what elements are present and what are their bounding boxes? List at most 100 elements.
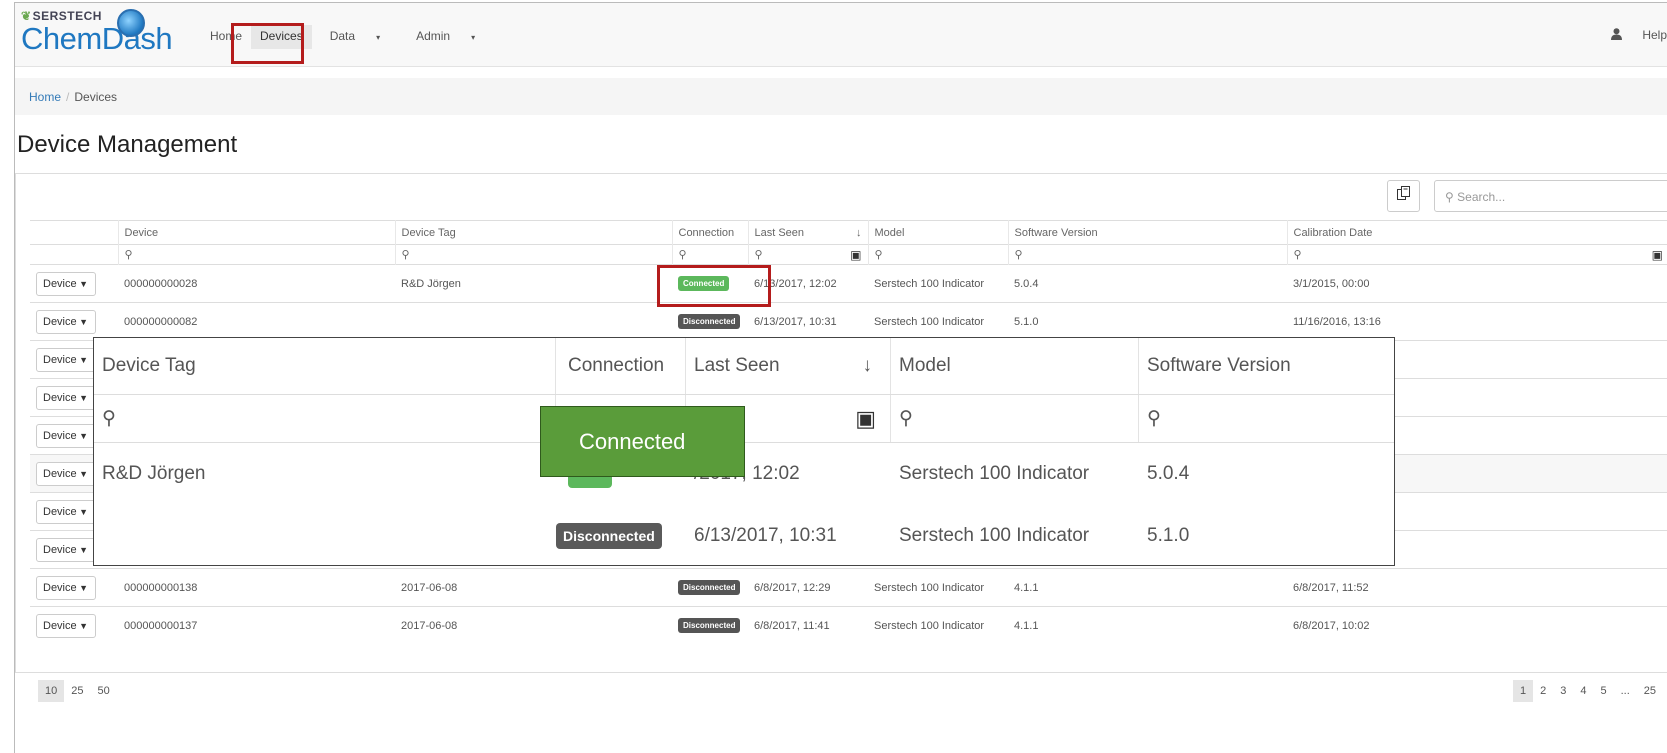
page-link[interactable]: 4 — [1573, 680, 1593, 702]
header-last-seen[interactable]: Last Seen ↓ — [748, 220, 869, 245]
connection-status-badge: Disconnected — [678, 580, 741, 595]
zoom-cell-software: 5.0.4 — [1147, 463, 1190, 484]
calendar-icon[interactable]: ▣ — [850, 248, 861, 262]
device-dropdown-button[interactable]: Device ▼ — [36, 613, 96, 638]
connection-status-badge: Disconnected — [678, 618, 741, 634]
zoom-header-model: Model — [891, 338, 1139, 394]
device-dropdown-button[interactable]: Device ▼ — [36, 385, 96, 410]
nav-data[interactable]: Data ▾ — [312, 25, 398, 49]
page-link[interactable]: 25 — [1637, 680, 1663, 702]
page-link[interactable]: 3 — [1553, 680, 1573, 702]
device-dropdown-button[interactable]: Device ▼ — [36, 271, 96, 296]
breadcrumb-home[interactable]: Home — [29, 90, 61, 104]
columns-toggle-button[interactable] — [1387, 180, 1420, 212]
cell-calibration-date: 3/1/2015, 00:00 — [1287, 264, 1667, 303]
search-icon: ⚲ — [874, 249, 883, 261]
calendar-icon[interactable]: ▣ — [1652, 248, 1663, 262]
pagination: 1 2 3 4 5 ... 25 — [1512, 680, 1663, 702]
table-row: Device ▼ 000000000137 2017-06-08 Disconnect… — [30, 606, 1667, 645]
page-size-option[interactable]: 50 — [91, 680, 117, 702]
device-dropdown-button[interactable]: Device ▼ — [36, 309, 96, 334]
row-actions: Device ▼ — [30, 606, 118, 645]
brand-logo[interactable]: ❦SERSTECH ChemDash — [21, 9, 173, 54]
user-icon[interactable] — [1611, 28, 1623, 43]
zoom-header-last-seen: Last Seen ↓ — [686, 338, 891, 394]
cell-software-version: 5.0.4 — [1008, 264, 1287, 303]
device-dropdown-button[interactable]: Device ▼ — [36, 575, 96, 600]
device-dropdown-button[interactable]: Device ▼ — [36, 423, 96, 448]
zoom-filter-model: ⚲ — [891, 395, 1139, 442]
calendar-icon: ▣ — [855, 405, 876, 431]
zoom-cell-last-seen: 6/13/2017, 10:31 — [694, 525, 837, 546]
header-device-tag[interactable]: Device Tag — [395, 220, 673, 245]
filter-device[interactable]: ⚲ — [118, 244, 396, 265]
filter-software-version[interactable]: ⚲ — [1008, 244, 1288, 265]
page-size-option[interactable]: 25 — [64, 680, 90, 702]
page-link[interactable]: 5 — [1593, 680, 1613, 702]
search-placeholder: Search... — [1457, 190, 1506, 204]
page-size-selector: 10 25 50 — [38, 680, 117, 702]
page-link[interactable]: 2 — [1533, 680, 1553, 702]
filter-device-tag[interactable]: ⚲ — [395, 244, 673, 265]
nav-data-label: Data — [329, 29, 356, 43]
cell-model: Serstech 100 Indicator — [868, 568, 1008, 607]
device-dropdown-button[interactable]: Device ▼ — [36, 347, 96, 372]
zoom-header-connection: Connection — [556, 338, 686, 394]
header-connection[interactable]: Connection — [672, 220, 749, 245]
caret-down-icon: ▾ — [376, 33, 381, 42]
caret-down-icon: ▼ — [76, 430, 89, 441]
device-dropdown-button[interactable]: Device ▼ — [36, 461, 96, 486]
header-calibration-date[interactable]: Calibration Date — [1287, 220, 1667, 245]
breadcrumb: Home / Devices — [15, 78, 1667, 115]
header-device[interactable]: Device — [118, 220, 396, 245]
page-size-option[interactable]: 10 — [38, 680, 65, 702]
device-dropdown-button[interactable]: Device ▼ — [36, 537, 96, 562]
nav-admin[interactable]: Admin ▾ — [398, 25, 493, 49]
last-seen-label: Last Seen — [754, 226, 805, 239]
cell-last-seen: 6/8/2017, 11:41 — [748, 606, 868, 645]
table-row: Device ▼ 000000000082 Disconnected 6/13/201… — [30, 302, 1667, 341]
zoom-cell-model: Serstech 100 Indicator — [899, 525, 1090, 546]
caret-down-icon: ▼ — [76, 544, 89, 555]
cell-last-seen: 6/8/2017, 12:29 — [748, 568, 868, 607]
nav-help[interactable]: Help — [1642, 28, 1667, 43]
device-dropdown-label: Device — [43, 543, 77, 556]
search-icon: ⚲ — [1293, 248, 1302, 261]
device-dropdown-button[interactable]: Device ▼ — [36, 499, 96, 524]
connection-highlight-box — [657, 265, 771, 307]
search-icon: ⚲ — [102, 408, 116, 429]
caret-down-icon: ▼ — [76, 468, 89, 479]
globe-icon — [117, 9, 145, 37]
zoom-last-seen-label: Last Seen — [694, 355, 780, 376]
breadcrumb-separator: / — [66, 90, 70, 104]
zoom-header-row: Device Tag Connection Last Seen ↓ Model S… — [94, 338, 1394, 395]
zoom-row-2: Disconnected 6/13/2017, 10:31 Serstech 1… — [94, 505, 1394, 565]
zoom-filter-device-tag: ⚲ — [94, 395, 556, 442]
filter-connection[interactable]: ⚲ — [672, 244, 749, 265]
connection-status-badge: Disconnected — [678, 314, 741, 329]
header-software-version[interactable]: Software Version — [1008, 220, 1288, 245]
page-link[interactable]: 1 — [1512, 680, 1534, 702]
table-row: Device ▼ 000000000138 2017-06-08 Disconnect… — [30, 568, 1667, 607]
cell-connection: Disconnected — [672, 606, 748, 645]
cell-software-version: 4.1.1 — [1008, 606, 1287, 645]
filter-last-seen[interactable]: ⚲ ▣ — [748, 244, 869, 265]
cell-software-version: 5.1.0 — [1008, 302, 1287, 341]
zoom-header-software-version: Software Version — [1147, 355, 1291, 376]
header-model[interactable]: Model — [868, 220, 1009, 245]
search-icon: ⚲ — [1147, 408, 1161, 429]
cell-calibration-date: 6/8/2017, 11:52 — [1287, 568, 1667, 607]
filter-model[interactable]: ⚲ — [868, 244, 1009, 265]
search-icon: ⚲ — [899, 408, 913, 429]
filter-calibration-date[interactable]: ⚲ ▣ — [1287, 244, 1667, 265]
cell-device-tag: R&D Jörgen — [395, 264, 672, 303]
zoom-cell-connection: Disconnected — [556, 505, 686, 565]
cell-device: 000000000028 — [118, 264, 395, 303]
caret-down-icon: ▼ — [76, 278, 89, 289]
caret-down-icon: ▼ — [76, 582, 89, 593]
connected-callout: Connected — [540, 406, 745, 477]
search-input[interactable]: ⚲ Search... — [1434, 180, 1667, 212]
device-dropdown-label: Device — [43, 391, 77, 404]
search-icon: ⚲ — [401, 249, 410, 261]
page-ellipsis: ... — [1620, 685, 1630, 697]
